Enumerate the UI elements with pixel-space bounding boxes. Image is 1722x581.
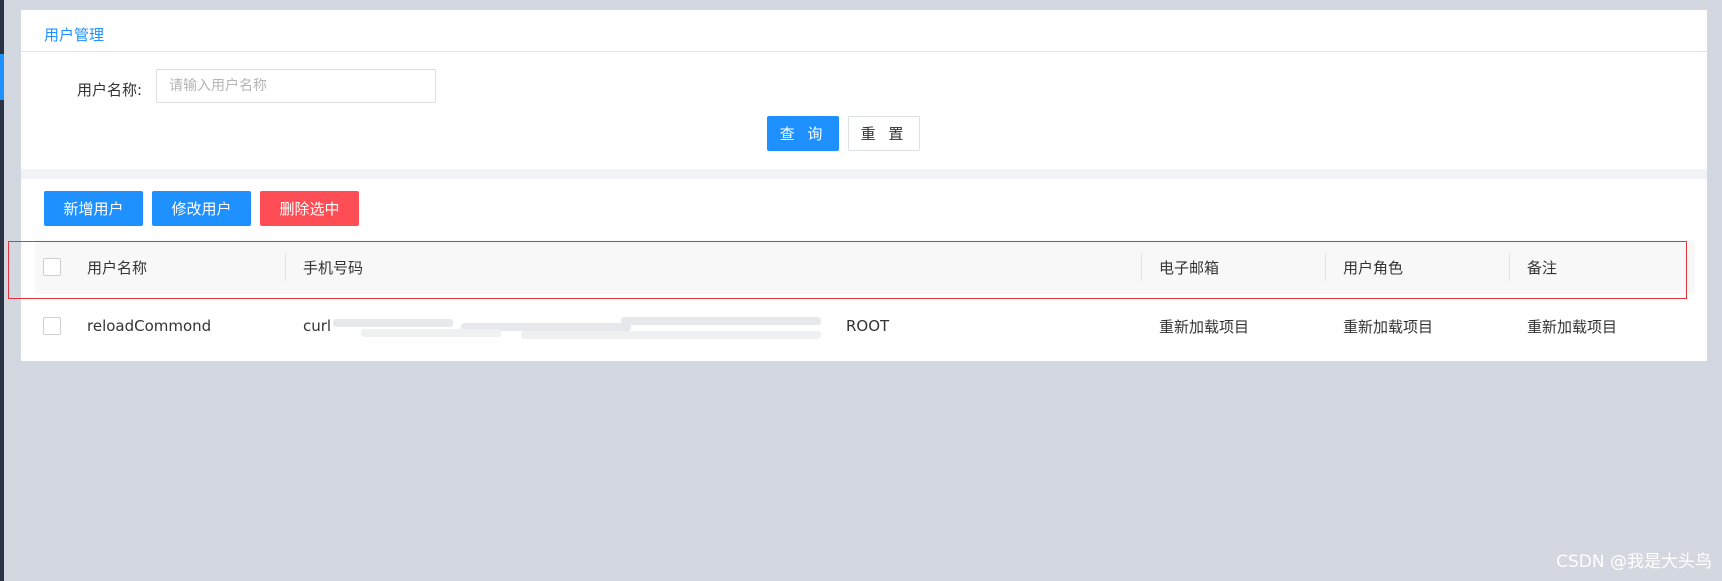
delete-selected-button[interactable]: 删除选中: [260, 191, 359, 226]
table-header: 用户名称 手机号码 电子邮箱 用户角色 备注: [35, 240, 1695, 294]
column-header-role[interactable]: 用户角色: [1343, 240, 1403, 294]
add-user-button[interactable]: 新增用户: [44, 191, 143, 226]
page-title: 用户管理: [44, 26, 105, 44]
cell-email: 重新加载项目: [1159, 317, 1250, 336]
query-button[interactable]: 查 询: [767, 116, 839, 151]
column-divider: [1509, 253, 1510, 281]
column-header-username[interactable]: 用户名称: [87, 240, 147, 294]
title-divider: [21, 51, 1707, 52]
cell-phone-suffix: ROOT: [846, 317, 890, 335]
edit-user-button[interactable]: 修改用户: [152, 191, 251, 226]
table-row[interactable]: reloadCommond curl ROOT 重新加载项目 重新加载项目 重新…: [35, 299, 1695, 353]
cell-role: 重新加载项目: [1343, 317, 1434, 336]
column-header-email[interactable]: 电子邮箱: [1159, 240, 1219, 294]
cell-remark: 重新加载项目: [1527, 317, 1618, 336]
cell-username: reloadCommond: [87, 317, 212, 335]
column-divider: [1141, 253, 1142, 281]
watermark: CSDN @我是大头鸟: [1556, 552, 1712, 572]
column-divider: [285, 253, 286, 281]
table-card: 新增用户 修改用户 删除选中 用户名称 手机号码 电子邮箱 用户角色 备注 re…: [21, 179, 1707, 361]
column-header-phone[interactable]: 手机号码: [303, 240, 363, 294]
row-checkbox[interactable]: [43, 317, 61, 335]
column-divider: [1325, 253, 1326, 281]
column-header-remark[interactable]: 备注: [1527, 240, 1557, 294]
username-search-input[interactable]: [156, 69, 436, 103]
cell-phone-prefix: curl: [303, 317, 332, 335]
select-all-checkbox[interactable]: [43, 258, 61, 276]
reset-button[interactable]: 重 置: [848, 116, 920, 151]
sidebar-active-indicator: [0, 54, 4, 100]
search-card: 用户管理 用户名称: 查 询 重 置: [21, 10, 1707, 169]
username-label: 用户名称:: [77, 81, 143, 99]
section-gap: [21, 169, 1707, 179]
